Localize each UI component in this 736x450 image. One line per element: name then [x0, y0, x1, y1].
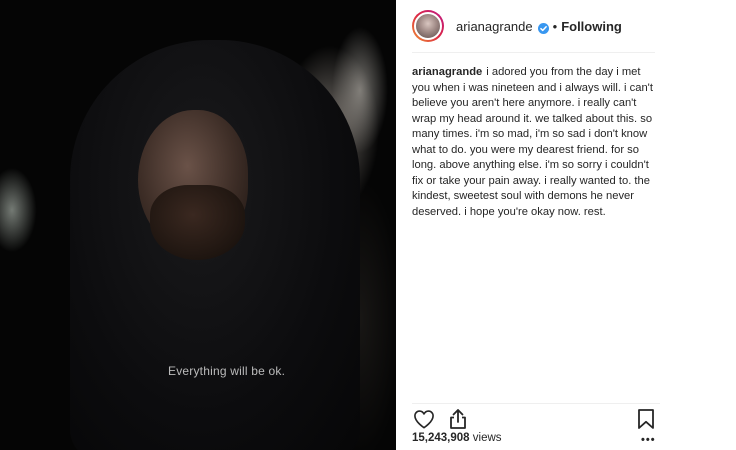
person-beard — [150, 185, 245, 260]
header-username[interactable]: arianagrande — [456, 19, 533, 34]
views-label: views — [472, 432, 502, 444]
post-video[interactable]: Everything will be ok. — [0, 0, 396, 450]
verified-badge-icon — [537, 21, 549, 34]
caption-username[interactable]: arianagrande — [412, 66, 482, 78]
views-count: 15,243,908 views — [412, 432, 502, 444]
share-icon[interactable] — [446, 407, 470, 431]
bookmark-icon[interactable] — [634, 407, 658, 431]
more-options-icon[interactable]: ••• — [641, 434, 656, 446]
following-button[interactable]: Following — [561, 19, 622, 34]
caption-text: i adored you from the day i met you when… — [412, 66, 653, 218]
shirt-text: Everything will be ok. — [168, 364, 286, 378]
avatar[interactable] — [412, 10, 444, 42]
heart-icon[interactable] — [412, 407, 436, 431]
post-sidebar: arianagrande • Following arianagrande i a… — [396, 0, 736, 450]
avatar-image — [414, 12, 442, 40]
header-separator: • — [552, 18, 558, 34]
views-number: 15,243,908 — [412, 432, 470, 444]
post-caption: arianagrande i adored you from the day i … — [412, 65, 655, 220]
action-bar — [412, 403, 660, 430]
post-header: arianagrande • Following — [412, 0, 655, 53]
